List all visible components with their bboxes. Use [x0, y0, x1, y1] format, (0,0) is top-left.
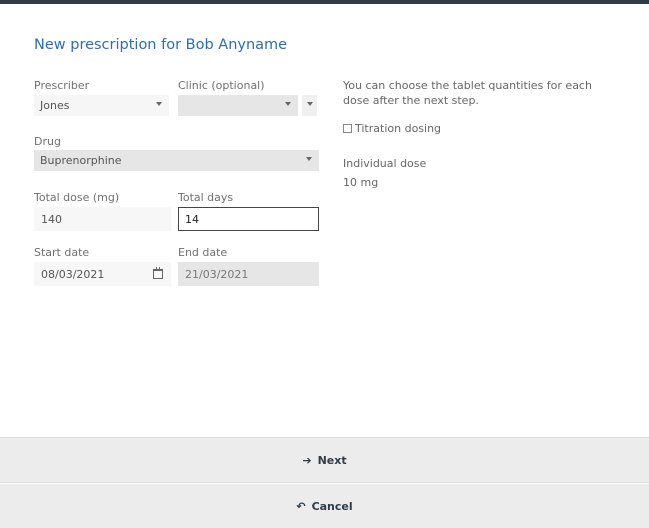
total-days-input[interactable]: 14: [178, 207, 319, 231]
clinic-options-button[interactable]: [302, 95, 317, 116]
total-dose-input[interactable]: 140: [34, 207, 171, 231]
top-bar: [0, 0, 649, 4]
prescriber-label: Prescriber: [34, 79, 90, 92]
chevron-down-icon: [285, 102, 291, 106]
prescriber-value: Jones: [40, 99, 70, 112]
undo-icon: ↶: [296, 499, 306, 513]
next-button[interactable]: ➔ Next: [0, 438, 649, 482]
titration-label[interactable]: Titration dosing: [355, 121, 441, 136]
divider: [0, 482, 649, 483]
total-days-label: Total days: [178, 191, 234, 204]
total-dose-label: Total dose (mg): [34, 191, 120, 204]
drug-value: Buprenorphine: [40, 154, 122, 167]
info-text: You can choose the tablet quantities for…: [343, 79, 592, 107]
start-date-input[interactable]: 08/03/2021: [34, 262, 171, 286]
next-label: Next: [317, 453, 347, 467]
end-date-input: 21/03/2021: [178, 262, 319, 286]
cancel-button[interactable]: ↶ Cancel: [0, 484, 649, 528]
calendar-icon[interactable]: [153, 267, 163, 279]
end-date-label: End date: [178, 246, 228, 259]
individual-dose-label: Individual dose: [343, 157, 427, 170]
cancel-label: Cancel: [311, 499, 353, 513]
drug-label: Drug: [34, 135, 61, 148]
prescriber-select[interactable]: Jones: [34, 95, 169, 116]
start-date-value: 08/03/2021: [41, 268, 105, 281]
chevron-down-icon: [307, 102, 313, 106]
titration-checkbox[interactable]: [343, 124, 352, 133]
arrow-right-icon: ➔: [302, 453, 312, 467]
individual-dose-value: 10 mg: [343, 176, 379, 189]
page-title: New prescription for Bob Anyname: [34, 37, 288, 53]
chevron-down-icon: [156, 102, 162, 106]
clinic-select[interactable]: [178, 95, 298, 116]
start-date-label: Start date: [34, 246, 90, 259]
clinic-label: Clinic (optional): [178, 79, 265, 92]
chevron-down-icon: [306, 157, 312, 161]
drug-select[interactable]: Buprenorphine: [34, 150, 319, 171]
